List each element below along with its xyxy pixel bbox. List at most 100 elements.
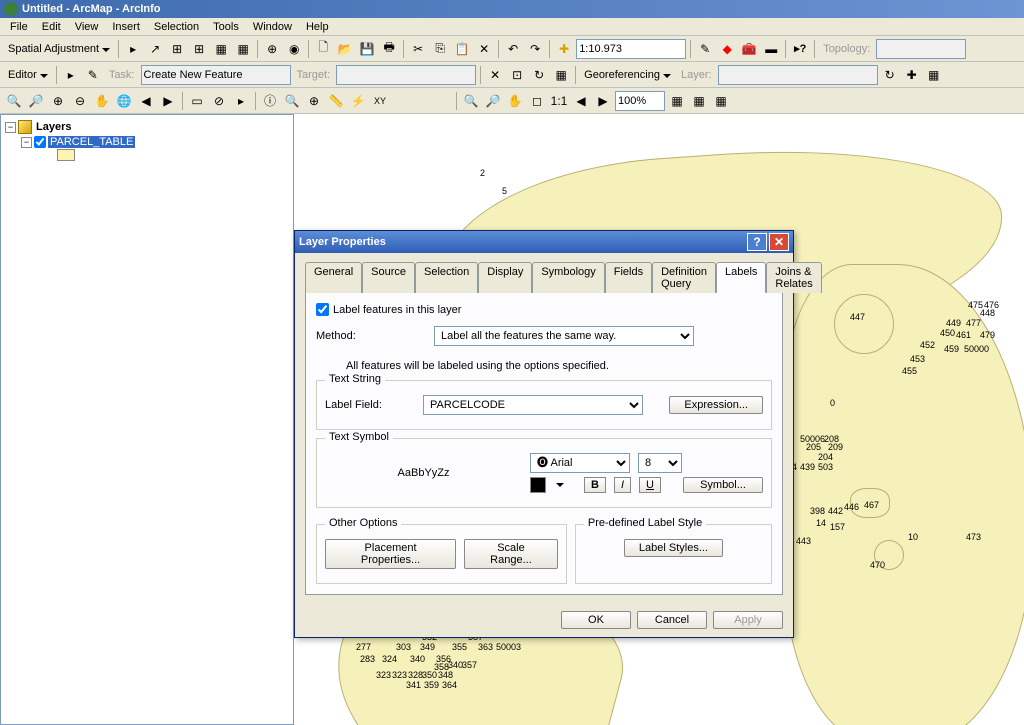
font-combo[interactable]: 🅞 Arial — [530, 453, 630, 473]
layout-zoom-out-icon[interactable]: 🔎 — [483, 91, 503, 111]
find-icon[interactable]: 🔍 — [282, 91, 302, 111]
menu-help[interactable]: Help — [300, 20, 335, 34]
layer-symbol-swatch[interactable] — [57, 149, 75, 161]
layout-zoom-in-icon[interactable]: 🔍 — [461, 91, 481, 111]
menu-edit[interactable]: Edit — [36, 20, 67, 34]
target-combo[interactable] — [336, 65, 476, 85]
cancel-button[interactable]: Cancel — [637, 611, 707, 629]
tab-definition-query[interactable]: Definition Query — [652, 262, 716, 293]
georef-table-icon[interactable]: ▦ — [924, 65, 944, 85]
focus-data-frame-icon[interactable]: ▦ — [689, 91, 709, 111]
georef-rotate-icon[interactable]: ↻ — [880, 65, 900, 85]
underline-button[interactable]: U — [639, 477, 661, 493]
layout-back-icon[interactable]: ◀ — [571, 91, 591, 111]
toolbox-icon[interactable]: 🧰 — [739, 39, 759, 59]
georef-links-icon[interactable]: ✚ — [902, 65, 922, 85]
attrib2-icon[interactable]: ▦ — [551, 65, 571, 85]
layer-visibility-checkbox[interactable] — [34, 136, 46, 148]
chevron-down-icon[interactable] — [556, 483, 564, 487]
pan-icon[interactable]: ✋ — [92, 91, 112, 111]
layout-fwd-icon[interactable]: ▶ — [593, 91, 613, 111]
cut-icon[interactable]: ✂ — [408, 39, 428, 59]
rotate-icon[interactable]: ↻ — [529, 65, 549, 85]
tab-fields[interactable]: Fields — [605, 262, 652, 293]
table-of-contents[interactable]: − Layers − PARCEL_TABLE — [0, 114, 294, 725]
copy-icon[interactable]: ⎘ — [430, 39, 450, 59]
apply-button[interactable]: Apply — [713, 611, 783, 629]
tab-display[interactable]: Display — [478, 262, 532, 293]
sketch-tool-icon[interactable]: ✎ — [83, 65, 103, 85]
tab-source[interactable]: Source — [362, 262, 415, 293]
command-line-icon[interactable]: ▬ — [761, 39, 781, 59]
tab-labels[interactable]: Labels — [716, 262, 766, 293]
undo-icon[interactable]: ↶ — [503, 39, 523, 59]
intersect-icon[interactable]: ✕ — [485, 65, 505, 85]
links-table-icon[interactable]: ▦ — [233, 39, 253, 59]
scale-range-button[interactable]: Scale Range... — [464, 539, 558, 569]
zoom-icon[interactable]: ⊕ — [262, 39, 282, 59]
menu-tools[interactable]: Tools — [207, 20, 245, 34]
open-icon[interactable]: 📂 — [335, 39, 355, 59]
tree-layer-parcel[interactable]: − PARCEL_TABLE — [5, 135, 289, 149]
link-icon[interactable]: ↗ — [145, 39, 165, 59]
select-elements-icon[interactable]: ▸ — [231, 91, 251, 111]
placement-properties-button[interactable]: Placement Properties... — [325, 539, 456, 569]
font-color-swatch[interactable] — [530, 477, 546, 493]
rubber-sheet-icon[interactable]: ⊞ — [167, 39, 187, 59]
label-features-checkbox[interactable] — [316, 303, 329, 316]
redo-icon[interactable]: ↷ — [525, 39, 545, 59]
ok-button[interactable]: OK — [561, 611, 631, 629]
identify2-icon[interactable]: ⓘ — [260, 91, 280, 111]
layer-combo[interactable] — [718, 65, 878, 85]
change-layout-icon[interactable]: ▦ — [711, 91, 731, 111]
label-field-combo[interactable]: PARCELCODE — [423, 395, 643, 415]
full-extent-icon[interactable]: 🌐 — [114, 91, 134, 111]
bold-button[interactable]: B — [584, 477, 606, 493]
layer-name-label[interactable]: PARCEL_TABLE — [48, 136, 135, 148]
layout-pan-icon[interactable]: ✋ — [505, 91, 525, 111]
paste-icon[interactable]: 📋 — [452, 39, 472, 59]
split-icon[interactable]: ⊡ — [507, 65, 527, 85]
attrib-icon[interactable]: ▦ — [211, 39, 231, 59]
fixed-zoom-out-icon[interactable]: ⊖ — [70, 91, 90, 111]
pointer-icon[interactable]: ▸ — [123, 39, 143, 59]
menu-window[interactable]: Window — [247, 20, 298, 34]
print-icon[interactable]: 🖶 — [379, 39, 399, 59]
task-combo[interactable] — [141, 65, 291, 85]
collapse-icon[interactable]: − — [5, 122, 16, 133]
layout-full-icon[interactable]: ◻ — [527, 91, 547, 111]
menu-view[interactable]: View — [69, 20, 105, 34]
menu-insert[interactable]: Insert — [106, 20, 146, 34]
dialog-titlebar[interactable]: Layer Properties ? ✕ — [295, 231, 793, 253]
font-size-combo[interactable]: 8 — [638, 453, 682, 473]
editor-menu[interactable]: Editor — [4, 69, 52, 81]
identify-icon[interactable]: ◉ — [284, 39, 304, 59]
help-button[interactable]: ? — [747, 233, 767, 251]
spatial-adjustment-menu[interactable]: Spatial Adjustment — [4, 43, 114, 55]
hyperlink-icon[interactable]: ⚡ — [348, 91, 368, 111]
layout-zoom-combo[interactable] — [615, 91, 665, 111]
tab-joins-relates[interactable]: Joins & Relates — [766, 262, 821, 293]
delete-icon[interactable]: ✕ — [474, 39, 494, 59]
new-icon[interactable]: 🗋 — [313, 39, 333, 59]
gotoxy-icon[interactable]: ⊕ — [304, 91, 324, 111]
expression-button[interactable]: Expression... — [669, 396, 763, 414]
georeferencing-menu[interactable]: Georeferencing — [580, 69, 675, 81]
toggle-draft-icon[interactable]: ▦ — [667, 91, 687, 111]
close-button[interactable]: ✕ — [769, 233, 789, 251]
tab-selection[interactable]: Selection — [415, 262, 478, 293]
layout-100-icon[interactable]: 1:1 — [549, 91, 569, 111]
edit-tool-icon[interactable]: ▸ — [61, 65, 81, 85]
add-data-icon[interactable]: ✚ — [554, 39, 574, 59]
save-icon[interactable]: 💾 — [357, 39, 377, 59]
method-combo[interactable]: Label all the features the same way. — [434, 326, 694, 346]
symbol-button[interactable]: Symbol... — [683, 477, 763, 493]
back-icon[interactable]: ◀ — [136, 91, 156, 111]
whats-this-icon[interactable]: ▸? — [790, 39, 810, 59]
zoom-out-icon[interactable]: 🔎 — [26, 91, 46, 111]
italic-button[interactable]: I — [614, 477, 631, 493]
forward-icon[interactable]: ▶ — [158, 91, 178, 111]
measure-icon[interactable]: 📏 — [326, 91, 346, 111]
select-features-icon[interactable]: ▭ — [187, 91, 207, 111]
label-styles-button[interactable]: Label Styles... — [624, 539, 723, 557]
